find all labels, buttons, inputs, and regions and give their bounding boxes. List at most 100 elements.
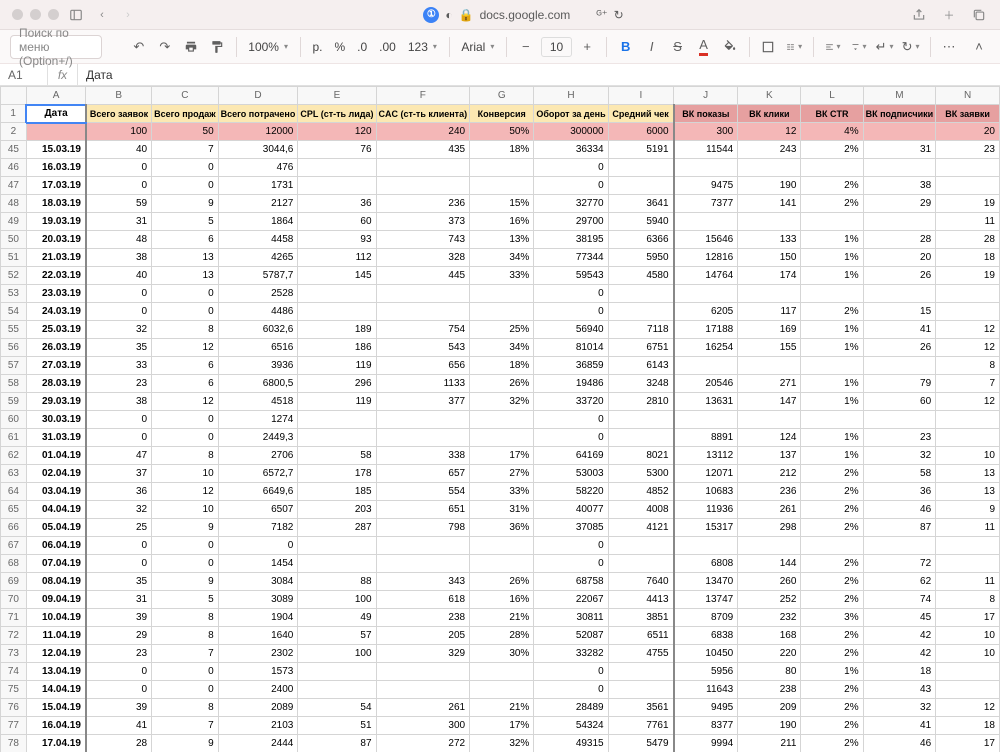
cell[interactable]: [298, 411, 376, 429]
wrap-button[interactable]: ↵: [874, 35, 896, 59]
cell[interactable]: [674, 357, 738, 375]
cell[interactable]: 80: [738, 663, 801, 681]
cell[interactable]: 32%: [470, 735, 534, 752]
target-I[interactable]: 6000: [608, 123, 673, 141]
more-button[interactable]: ⋯: [938, 35, 960, 59]
cell[interactable]: 13631: [674, 393, 738, 411]
cell-date[interactable]: 19.03.19: [26, 213, 86, 231]
cell[interactable]: [936, 537, 1000, 555]
cell[interactable]: [608, 159, 673, 177]
cell[interactable]: 54324: [534, 717, 608, 735]
cell[interactable]: 203: [298, 501, 376, 519]
cell[interactable]: [298, 681, 376, 699]
cell[interactable]: [376, 285, 470, 303]
cell-date[interactable]: 02.04.19: [26, 465, 86, 483]
cell[interactable]: 168: [738, 627, 801, 645]
cell[interactable]: 232: [738, 609, 801, 627]
cell[interactable]: [801, 357, 863, 375]
target-C[interactable]: 50: [152, 123, 219, 141]
col-head-I[interactable]: I: [608, 87, 673, 105]
cell[interactable]: 137: [738, 447, 801, 465]
cell[interactable]: 6: [152, 357, 219, 375]
cell[interactable]: 18%: [470, 141, 534, 159]
fill-color-button[interactable]: [719, 35, 741, 59]
cell[interactable]: 6808: [674, 555, 738, 573]
minimize-window[interactable]: [30, 9, 41, 20]
cell[interactable]: 296: [298, 375, 376, 393]
cell[interactable]: 4008: [608, 501, 673, 519]
cell[interactable]: 238: [376, 609, 470, 627]
cell[interactable]: 100: [298, 645, 376, 663]
number-format[interactable]: 123: [404, 40, 441, 54]
cell[interactable]: 12816: [674, 249, 738, 267]
cell[interactable]: 8891: [674, 429, 738, 447]
cell[interactable]: 3044,6: [218, 141, 298, 159]
cell[interactable]: 33: [86, 357, 152, 375]
cell[interactable]: 657: [376, 465, 470, 483]
cell[interactable]: [738, 411, 801, 429]
cell[interactable]: 26: [863, 267, 936, 285]
cell[interactable]: 0: [534, 303, 608, 321]
cell[interactable]: 3089: [218, 591, 298, 609]
cell[interactable]: [608, 285, 673, 303]
cell[interactable]: 377: [376, 393, 470, 411]
cell[interactable]: [608, 537, 673, 555]
cell[interactable]: 1%: [801, 267, 863, 285]
bold-button[interactable]: B: [615, 35, 637, 59]
cell[interactable]: 32: [863, 447, 936, 465]
cell[interactable]: 0: [152, 429, 219, 447]
font-size-dec[interactable]: −: [515, 35, 537, 59]
cell[interactable]: 31: [86, 213, 152, 231]
col-head-D[interactable]: D: [218, 87, 298, 105]
cell[interactable]: [376, 555, 470, 573]
cell[interactable]: 300: [376, 717, 470, 735]
cell[interactable]: 40: [86, 267, 152, 285]
name-box[interactable]: A1: [0, 64, 48, 85]
cell[interactable]: 32770: [534, 195, 608, 213]
cell[interactable]: 2%: [801, 645, 863, 663]
cell[interactable]: [376, 429, 470, 447]
cell[interactable]: 260: [738, 573, 801, 591]
cell[interactable]: [470, 555, 534, 573]
cell[interactable]: 93: [298, 231, 376, 249]
cell[interactable]: 343: [376, 573, 470, 591]
cell[interactable]: 36: [86, 483, 152, 501]
row-head-51[interactable]: 51: [1, 249, 27, 267]
cell[interactable]: 45: [863, 609, 936, 627]
cell[interactable]: 18: [863, 663, 936, 681]
cell[interactable]: 8: [152, 699, 219, 717]
cell[interactable]: 328: [376, 249, 470, 267]
cell[interactable]: 0: [534, 537, 608, 555]
cell[interactable]: 145: [298, 267, 376, 285]
cell[interactable]: 68758: [534, 573, 608, 591]
row-head-59[interactable]: 59: [1, 393, 27, 411]
cell[interactable]: 4486: [218, 303, 298, 321]
cell[interactable]: [738, 213, 801, 231]
target-H[interactable]: 300000: [534, 123, 608, 141]
cell[interactable]: 79: [863, 375, 936, 393]
col-head-C[interactable]: C: [152, 87, 219, 105]
cell-date[interactable]: 07.04.19: [26, 555, 86, 573]
cell[interactable]: 3561: [608, 699, 673, 717]
cell[interactable]: [936, 411, 1000, 429]
cell[interactable]: [608, 555, 673, 573]
cell[interactable]: 0: [86, 681, 152, 699]
header-A[interactable]: Дата: [26, 105, 86, 123]
cell[interactable]: 476: [218, 159, 298, 177]
cell[interactable]: 18: [936, 717, 1000, 735]
cell[interactable]: 12: [936, 321, 1000, 339]
cell[interactable]: 60: [298, 213, 376, 231]
cell[interactable]: 10: [936, 627, 1000, 645]
cell[interactable]: 4580: [608, 267, 673, 285]
cell[interactable]: 0: [152, 681, 219, 699]
cell[interactable]: [608, 411, 673, 429]
cell[interactable]: 77344: [534, 249, 608, 267]
cell-date[interactable]: 03.04.19: [26, 483, 86, 501]
cell[interactable]: 133: [738, 231, 801, 249]
cell[interactable]: 30811: [534, 609, 608, 627]
cell-date[interactable]: 01.04.19: [26, 447, 86, 465]
cell[interactable]: 1%: [801, 321, 863, 339]
row-head-70[interactable]: 70: [1, 591, 27, 609]
cell[interactable]: 2%: [801, 195, 863, 213]
cell[interactable]: 46: [863, 735, 936, 752]
